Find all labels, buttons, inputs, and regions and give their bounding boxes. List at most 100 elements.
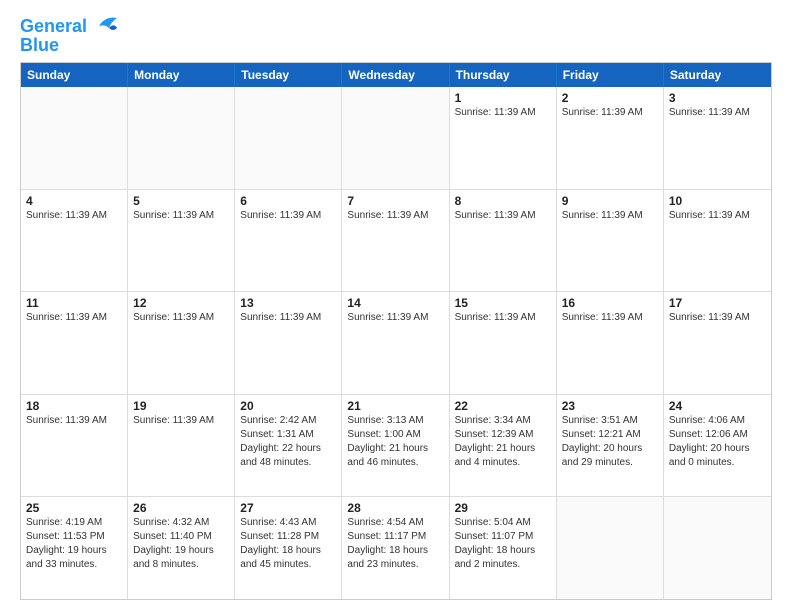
day-info: Sunrise: 11:39 AM [562,311,658,325]
day-info: Sunrise: 11:39 AM [347,311,443,325]
day-number: 24 [669,399,766,413]
calendar-cell: 12Sunrise: 11:39 AM [128,292,235,394]
calendar-body: 1Sunrise: 11:39 AM2Sunrise: 11:39 AM3Sun… [21,87,771,599]
day-info-line: Sunrise: 11:39 AM [347,311,443,325]
calendar-cell: 22Sunrise: 3:34 AMSunset: 12:39 AMDaylig… [450,395,557,497]
day-info-line: Sunset: 12:21 AM [562,428,658,442]
calendar-cell: 4Sunrise: 11:39 AM [21,190,128,292]
day-info-line: Sunrise: 11:39 AM [133,414,229,428]
day-number: 20 [240,399,336,413]
day-number: 18 [26,399,122,413]
calendar-cell: 25Sunrise: 4:19 AMSunset: 11:53 PMDaylig… [21,497,128,599]
day-info-line: Sunrise: 4:32 AM [133,516,229,530]
calendar-cell: 9Sunrise: 11:39 AM [557,190,664,292]
page: General Blue SundayMondayTuesdayWednesda… [0,0,792,612]
day-info-line: Sunset: 11:28 PM [240,530,336,544]
day-number: 29 [455,501,551,515]
day-info-line: Sunrise: 11:39 AM [347,209,443,223]
day-info: Sunrise: 11:39 AM [669,106,766,120]
day-number: 8 [455,194,551,208]
day-info: Sunrise: 11:39 AM [240,311,336,325]
day-number: 11 [26,296,122,310]
day-number: 21 [347,399,443,413]
day-info-line: Sunrise: 2:42 AM [240,414,336,428]
day-info-line: Sunrise: 11:39 AM [669,311,766,325]
calendar-cell: 16Sunrise: 11:39 AM [557,292,664,394]
day-number: 4 [26,194,122,208]
day-number: 17 [669,296,766,310]
day-info: Sunrise: 11:39 AM [240,209,336,223]
day-number: 22 [455,399,551,413]
day-number: 7 [347,194,443,208]
day-info: Sunrise: 3:51 AMSunset: 12:21 AMDaylight… [562,414,658,470]
day-info: Sunrise: 4:19 AMSunset: 11:53 PMDaylight… [26,516,122,572]
day-info-line: Sunset: 12:39 AM [455,428,551,442]
day-number: 9 [562,194,658,208]
day-info-line: Sunset: 11:40 PM [133,530,229,544]
calendar-cell: 6Sunrise: 11:39 AM [235,190,342,292]
day-info: Sunrise: 3:34 AMSunset: 12:39 AMDaylight… [455,414,551,470]
calendar-cell: 8Sunrise: 11:39 AM [450,190,557,292]
day-info-line: Daylight: 19 hours and 8 minutes. [133,544,229,572]
calendar-cell: 15Sunrise: 11:39 AM [450,292,557,394]
day-number: 14 [347,296,443,310]
day-info-line: Sunrise: 4:43 AM [240,516,336,530]
day-number: 2 [562,91,658,105]
day-info-line: Sunrise: 11:39 AM [133,209,229,223]
day-info-line: Daylight: 18 hours and 23 minutes. [347,544,443,572]
day-info: Sunrise: 2:42 AMSunset: 1:31 AMDaylight:… [240,414,336,470]
calendar-cell [128,87,235,189]
calendar-cell: 17Sunrise: 11:39 AM [664,292,771,394]
calendar-cell [21,87,128,189]
day-info: Sunrise: 11:39 AM [26,209,122,223]
day-info-line: Sunrise: 3:13 AM [347,414,443,428]
day-info: Sunrise: 11:39 AM [133,414,229,428]
day-info-line: Sunrise: 3:34 AM [455,414,551,428]
day-info-line: Sunrise: 11:39 AM [562,209,658,223]
day-info-line: Sunset: 11:07 PM [455,530,551,544]
day-number: 23 [562,399,658,413]
calendar-cell: 11Sunrise: 11:39 AM [21,292,128,394]
day-info-line: Sunrise: 11:39 AM [240,209,336,223]
calendar-header: SundayMondayTuesdayWednesdayThursdayFrid… [21,63,771,87]
day-info-line: Daylight: 20 hours and 29 minutes. [562,442,658,470]
day-info-line: Daylight: 19 hours and 33 minutes. [26,544,122,572]
calendar-cell [664,497,771,599]
day-info-line: Sunrise: 4:19 AM [26,516,122,530]
day-info: Sunrise: 4:32 AMSunset: 11:40 PMDaylight… [133,516,229,572]
calendar-cell: 18Sunrise: 11:39 AM [21,395,128,497]
day-info-line: Sunrise: 11:39 AM [240,311,336,325]
logo-bird-icon [89,14,121,36]
day-info-line: Sunrise: 3:51 AM [562,414,658,428]
calendar-cell: 20Sunrise: 2:42 AMSunset: 1:31 AMDayligh… [235,395,342,497]
logo-text2: Blue [20,36,59,54]
day-info: Sunrise: 4:54 AMSunset: 11:17 PMDaylight… [347,516,443,572]
day-number: 12 [133,296,229,310]
weekday-header: Saturday [664,63,771,87]
weekday-header: Wednesday [342,63,449,87]
logo: General Blue [20,16,121,54]
day-info-line: Sunrise: 11:39 AM [26,414,122,428]
day-info-line: Daylight: 20 hours and 0 minutes. [669,442,766,470]
calendar-cell: 2Sunrise: 11:39 AM [557,87,664,189]
weekday-header: Sunday [21,63,128,87]
day-info: Sunrise: 11:39 AM [455,106,551,120]
day-number: 19 [133,399,229,413]
calendar-cell: 19Sunrise: 11:39 AM [128,395,235,497]
day-info: Sunrise: 3:13 AMSunset: 1:00 AMDaylight:… [347,414,443,470]
calendar-cell: 24Sunrise: 4:06 AMSunset: 12:06 AMDaylig… [664,395,771,497]
calendar-cell: 29Sunrise: 5:04 AMSunset: 11:07 PMDaylig… [450,497,557,599]
day-info: Sunrise: 4:06 AMSunset: 12:06 AMDaylight… [669,414,766,470]
calendar-cell: 27Sunrise: 4:43 AMSunset: 11:28 PMDaylig… [235,497,342,599]
day-info: Sunrise: 11:39 AM [26,414,122,428]
calendar-cell: 10Sunrise: 11:39 AM [664,190,771,292]
day-info-line: Sunrise: 11:39 AM [562,311,658,325]
day-info-line: Sunset: 1:00 AM [347,428,443,442]
calendar-cell: 5Sunrise: 11:39 AM [128,190,235,292]
day-info-line: Daylight: 18 hours and 2 minutes. [455,544,551,572]
day-number: 16 [562,296,658,310]
day-info-line: Sunrise: 11:39 AM [26,311,122,325]
day-info: Sunrise: 11:39 AM [347,209,443,223]
day-info-line: Sunset: 1:31 AM [240,428,336,442]
calendar-cell: 13Sunrise: 11:39 AM [235,292,342,394]
